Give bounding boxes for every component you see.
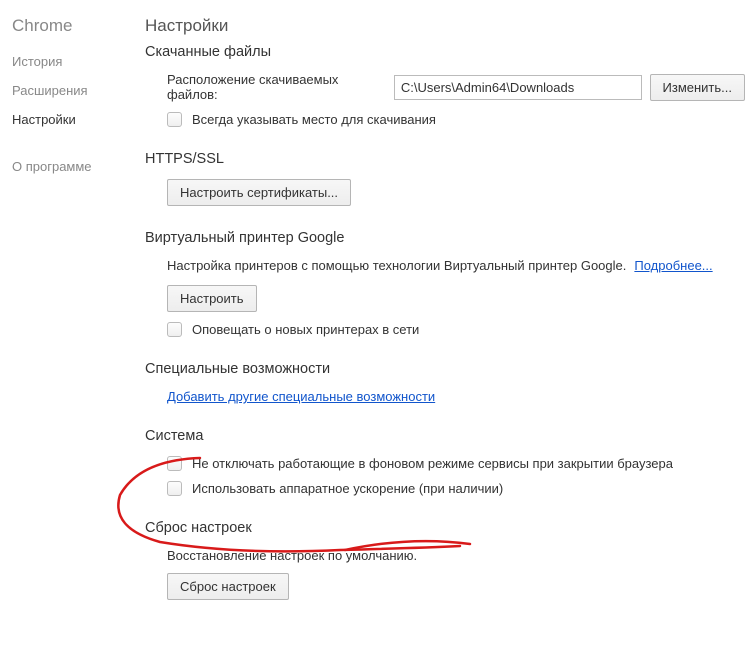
download-location-label: Расположение скачиваемых файлов:	[167, 72, 386, 102]
section-reset: Сброс настроек Восстановление настроек п…	[145, 520, 745, 600]
sidebar-item-history[interactable]: История	[12, 54, 145, 69]
section-title-accessibility: Специальные возможности	[145, 361, 745, 377]
manage-certificates-button[interactable]: Настроить сертификаты...	[167, 179, 351, 206]
section-title-reset: Сброс настроек	[145, 520, 745, 536]
section-title-cloudprint: Виртуальный принтер Google	[145, 230, 745, 246]
sidebar-item-about[interactable]: О программе	[12, 159, 145, 174]
main-content: Настройки Скачанные файлы Расположение с…	[145, 0, 745, 624]
background-services-label: Не отключать работающие в фоновом режиме…	[192, 456, 673, 471]
sidebar: Chrome История Расширения Настройки О пр…	[0, 0, 145, 624]
ask-download-location-checkbox[interactable]	[167, 112, 182, 127]
reset-settings-button[interactable]: Сброс настроек	[167, 573, 289, 600]
change-download-location-button[interactable]: Изменить...	[650, 74, 745, 101]
cloud-print-notify-label: Оповещать о новых принтерах в сети	[192, 322, 419, 337]
hardware-acceleration-checkbox[interactable]	[167, 481, 182, 496]
reset-desc: Восстановление настроек по умолчанию.	[167, 548, 417, 563]
add-accessibility-link[interactable]: Добавить другие специальные возможности	[167, 389, 435, 404]
section-system: Система Не отключать работающие в фоново…	[145, 428, 745, 496]
section-title-https: HTTPS/SSL	[145, 151, 745, 167]
section-downloads: Скачанные файлы Расположение скачиваемых…	[145, 44, 745, 127]
section-title-system: Система	[145, 428, 745, 444]
download-location-input[interactable]	[394, 75, 642, 100]
cloud-print-configure-button[interactable]: Настроить	[167, 285, 257, 312]
section-accessibility: Специальные возможности Добавить другие …	[145, 361, 745, 404]
background-services-checkbox[interactable]	[167, 456, 182, 471]
ask-download-location-label: Всегда указывать место для скачивания	[192, 112, 436, 127]
sidebar-item-settings[interactable]: Настройки	[12, 112, 145, 127]
sidebar-item-extensions[interactable]: Расширения	[12, 83, 145, 98]
section-cloud-print: Виртуальный принтер Google Настройка при…	[145, 230, 745, 337]
cloud-print-more-link[interactable]: Подробнее...	[634, 258, 712, 273]
sidebar-title: Chrome	[12, 16, 145, 36]
cloud-print-notify-checkbox[interactable]	[167, 322, 182, 337]
section-title-downloads: Скачанные файлы	[145, 44, 745, 60]
section-https-ssl: HTTPS/SSL Настроить сертификаты...	[145, 151, 745, 206]
hardware-acceleration-label: Использовать аппаратное ускорение (при н…	[192, 481, 503, 496]
page-title: Настройки	[145, 16, 745, 36]
cloud-print-desc: Настройка принтеров с помощью технологии…	[167, 258, 626, 273]
